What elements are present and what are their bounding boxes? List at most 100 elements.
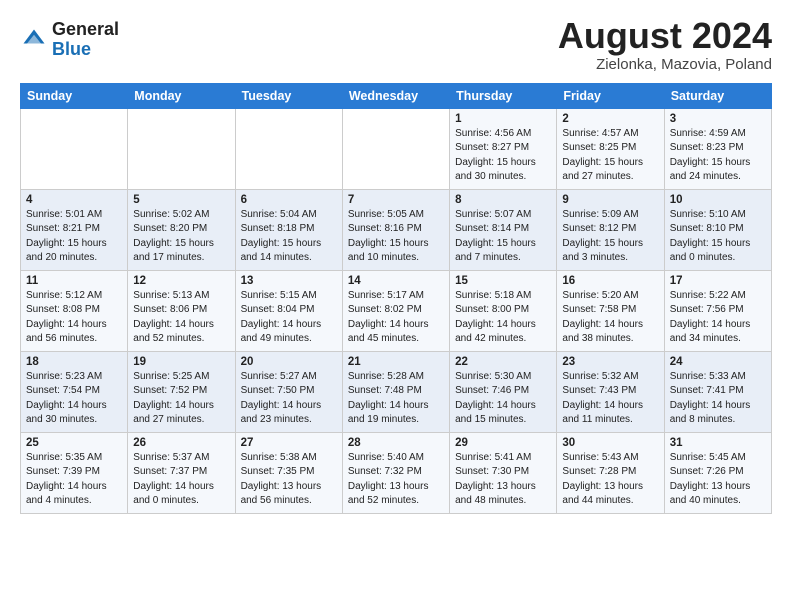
day-info: Sunrise: 5:30 AMSunset: 7:46 PMDaylight:… bbox=[455, 370, 551, 428]
calendar-cell: 8 Sunrise: 5:07 AMSunset: 8:14 PMDaylight… bbox=[450, 189, 557, 270]
weekday-row: SundayMondayTuesdayWednesdayThursdayFrid… bbox=[21, 83, 772, 108]
calendar-cell: 21 Sunrise: 5:28 AMSunset: 7:48 PMDayligh… bbox=[342, 351, 449, 432]
calendar-cell: 30Sunrise: 5:43 AMSunset: 7:28 PMDayligh… bbox=[557, 432, 664, 513]
day-info: Sunrise: 5:23 AMSunset: 7:54 PMDaylight:… bbox=[26, 370, 122, 428]
day-info: Sunrise: 5:38 AMSunset: 7:35 PMDaylight:… bbox=[241, 451, 337, 509]
day-number: 7 bbox=[348, 194, 444, 206]
day-info: Sunrise: 5:35 AMSunset: 7:39 PMDaylight:… bbox=[26, 451, 122, 509]
day-info: Sunrise: 5:09 AMSunset: 8:12 PMDaylight:… bbox=[562, 208, 658, 266]
day-info: Sunrise: 4:56 AMSunset: 8:27 PMDaylight:… bbox=[455, 127, 551, 185]
day-info: Sunrise: 4:59 AMSunset: 8:23 PMDaylight:… bbox=[670, 127, 766, 185]
calendar-cell: 5 Sunrise: 5:02 AMSunset: 8:20 PMDaylight… bbox=[128, 189, 235, 270]
day-number: 14 bbox=[348, 275, 444, 287]
day-number: 25 bbox=[26, 437, 122, 449]
calendar-cell: 14 Sunrise: 5:17 AMSunset: 8:02 PMDayligh… bbox=[342, 270, 449, 351]
day-number: 18 bbox=[26, 356, 122, 368]
calendar-cell: 9Sunrise: 5:09 AMSunset: 8:12 PMDaylight… bbox=[557, 189, 664, 270]
calendar-cell: 2Sunrise: 4:57 AMSunset: 8:25 PMDaylight… bbox=[557, 108, 664, 189]
calendar-cell: 22 Sunrise: 5:30 AMSunset: 7:46 PMDayligh… bbox=[450, 351, 557, 432]
weekday-header-wednesday: Wednesday bbox=[342, 83, 449, 108]
day-number: 26 bbox=[133, 437, 229, 449]
day-number: 28 bbox=[348, 437, 444, 449]
calendar-cell: 17Sunrise: 5:22 AMSunset: 7:56 PMDayligh… bbox=[664, 270, 771, 351]
calendar-body: 1 Sunrise: 4:56 AMSunset: 8:27 PMDaylight… bbox=[21, 108, 772, 513]
day-number: 29 bbox=[455, 437, 551, 449]
calendar-header: SundayMondayTuesdayWednesdayThursdayFrid… bbox=[21, 83, 772, 108]
day-number: 22 bbox=[455, 356, 551, 368]
day-info: Sunrise: 5:37 AMSunset: 7:37 PMDaylight:… bbox=[133, 451, 229, 509]
logo-icon bbox=[20, 26, 48, 54]
calendar-cell: 27 Sunrise: 5:38 AMSunset: 7:35 PMDayligh… bbox=[235, 432, 342, 513]
calendar-cell bbox=[235, 108, 342, 189]
day-number: 31 bbox=[670, 437, 766, 449]
page: General Blue August 2024 Zielonka, Mazov… bbox=[0, 0, 792, 530]
day-number: 20 bbox=[241, 356, 337, 368]
day-number: 1 bbox=[455, 113, 551, 125]
day-number: 17 bbox=[670, 275, 766, 287]
calendar-cell: 19 Sunrise: 5:25 AMSunset: 7:52 PMDayligh… bbox=[128, 351, 235, 432]
weekday-header-sunday: Sunday bbox=[21, 83, 128, 108]
day-number: 12 bbox=[133, 275, 229, 287]
calendar-cell: 11 Sunrise: 5:12 AMSunset: 8:08 PMDayligh… bbox=[21, 270, 128, 351]
calendar-cell bbox=[21, 108, 128, 189]
day-number: 23 bbox=[562, 356, 658, 368]
day-number: 13 bbox=[241, 275, 337, 287]
day-number: 30 bbox=[562, 437, 658, 449]
weekday-header-saturday: Saturday bbox=[664, 83, 771, 108]
day-info: Sunrise: 5:12 AMSunset: 8:08 PMDaylight:… bbox=[26, 289, 122, 347]
day-info: Sunrise: 5:17 AMSunset: 8:02 PMDaylight:… bbox=[348, 289, 444, 347]
calendar-cell: 1 Sunrise: 4:56 AMSunset: 8:27 PMDaylight… bbox=[450, 108, 557, 189]
day-info: Sunrise: 5:02 AMSunset: 8:20 PMDaylight:… bbox=[133, 208, 229, 266]
weekday-header-tuesday: Tuesday bbox=[235, 83, 342, 108]
day-info: Sunrise: 5:15 AMSunset: 8:04 PMDaylight:… bbox=[241, 289, 337, 347]
day-info: Sunrise: 5:25 AMSunset: 7:52 PMDaylight:… bbox=[133, 370, 229, 428]
day-info: Sunrise: 5:20 AMSunset: 7:58 PMDaylight:… bbox=[562, 289, 658, 347]
logo: General Blue bbox=[20, 16, 119, 60]
calendar-row: 25 Sunrise: 5:35 AMSunset: 7:39 PMDayligh… bbox=[21, 432, 772, 513]
day-number: 27 bbox=[241, 437, 337, 449]
calendar-cell: 29Sunrise: 5:41 AMSunset: 7:30 PMDayligh… bbox=[450, 432, 557, 513]
calendar-cell: 7 Sunrise: 5:05 AMSunset: 8:16 PMDaylight… bbox=[342, 189, 449, 270]
day-number: 19 bbox=[133, 356, 229, 368]
calendar-cell: 4Sunrise: 5:01 AMSunset: 8:21 PMDaylight… bbox=[21, 189, 128, 270]
logo-blue: Blue bbox=[52, 39, 91, 59]
day-number: 24 bbox=[670, 356, 766, 368]
day-number: 15 bbox=[455, 275, 551, 287]
calendar-cell bbox=[128, 108, 235, 189]
day-info: Sunrise: 5:40 AMSunset: 7:32 PMDaylight:… bbox=[348, 451, 444, 509]
day-number: 2 bbox=[562, 113, 658, 125]
day-number: 10 bbox=[670, 194, 766, 206]
day-number: 8 bbox=[455, 194, 551, 206]
calendar-cell: 23Sunrise: 5:32 AMSunset: 7:43 PMDayligh… bbox=[557, 351, 664, 432]
weekday-header-monday: Monday bbox=[128, 83, 235, 108]
day-number: 5 bbox=[133, 194, 229, 206]
day-info: Sunrise: 5:07 AMSunset: 8:14 PMDaylight:… bbox=[455, 208, 551, 266]
calendar-cell: 13 Sunrise: 5:15 AMSunset: 8:04 PMDayligh… bbox=[235, 270, 342, 351]
calendar-cell bbox=[342, 108, 449, 189]
day-info: Sunrise: 5:45 AMSunset: 7:26 PMDaylight:… bbox=[670, 451, 766, 509]
logo-general: General bbox=[52, 19, 119, 39]
day-number: 6 bbox=[241, 194, 337, 206]
calendar-cell: 12 Sunrise: 5:13 AMSunset: 8:06 PMDayligh… bbox=[128, 270, 235, 351]
calendar-table: SundayMondayTuesdayWednesdayThursdayFrid… bbox=[20, 83, 772, 514]
title-block: August 2024 Zielonka, Mazovia, Poland bbox=[558, 16, 772, 73]
weekday-header-thursday: Thursday bbox=[450, 83, 557, 108]
day-info: Sunrise: 5:05 AMSunset: 8:16 PMDaylight:… bbox=[348, 208, 444, 266]
calendar-cell: 16Sunrise: 5:20 AMSunset: 7:58 PMDayligh… bbox=[557, 270, 664, 351]
calendar-row: 1 Sunrise: 4:56 AMSunset: 8:27 PMDaylight… bbox=[21, 108, 772, 189]
header: General Blue August 2024 Zielonka, Mazov… bbox=[20, 16, 772, 73]
logo-text: General Blue bbox=[52, 20, 119, 60]
day-number: 21 bbox=[348, 356, 444, 368]
calendar-row: 4Sunrise: 5:01 AMSunset: 8:21 PMDaylight… bbox=[21, 189, 772, 270]
calendar-cell: 25 Sunrise: 5:35 AMSunset: 7:39 PMDayligh… bbox=[21, 432, 128, 513]
weekday-header-friday: Friday bbox=[557, 83, 664, 108]
day-info: Sunrise: 5:27 AMSunset: 7:50 PMDaylight:… bbox=[241, 370, 337, 428]
calendar-cell: 20 Sunrise: 5:27 AMSunset: 7:50 PMDayligh… bbox=[235, 351, 342, 432]
calendar-cell: 24Sunrise: 5:33 AMSunset: 7:41 PMDayligh… bbox=[664, 351, 771, 432]
page-subtitle: Zielonka, Mazovia, Poland bbox=[558, 56, 772, 73]
day-info: Sunrise: 5:28 AMSunset: 7:48 PMDaylight:… bbox=[348, 370, 444, 428]
day-info: Sunrise: 5:13 AMSunset: 8:06 PMDaylight:… bbox=[133, 289, 229, 347]
day-number: 11 bbox=[26, 275, 122, 287]
calendar-cell: 6Sunrise: 5:04 AMSunset: 8:18 PMDaylight… bbox=[235, 189, 342, 270]
calendar-cell: 18 Sunrise: 5:23 AMSunset: 7:54 PMDayligh… bbox=[21, 351, 128, 432]
